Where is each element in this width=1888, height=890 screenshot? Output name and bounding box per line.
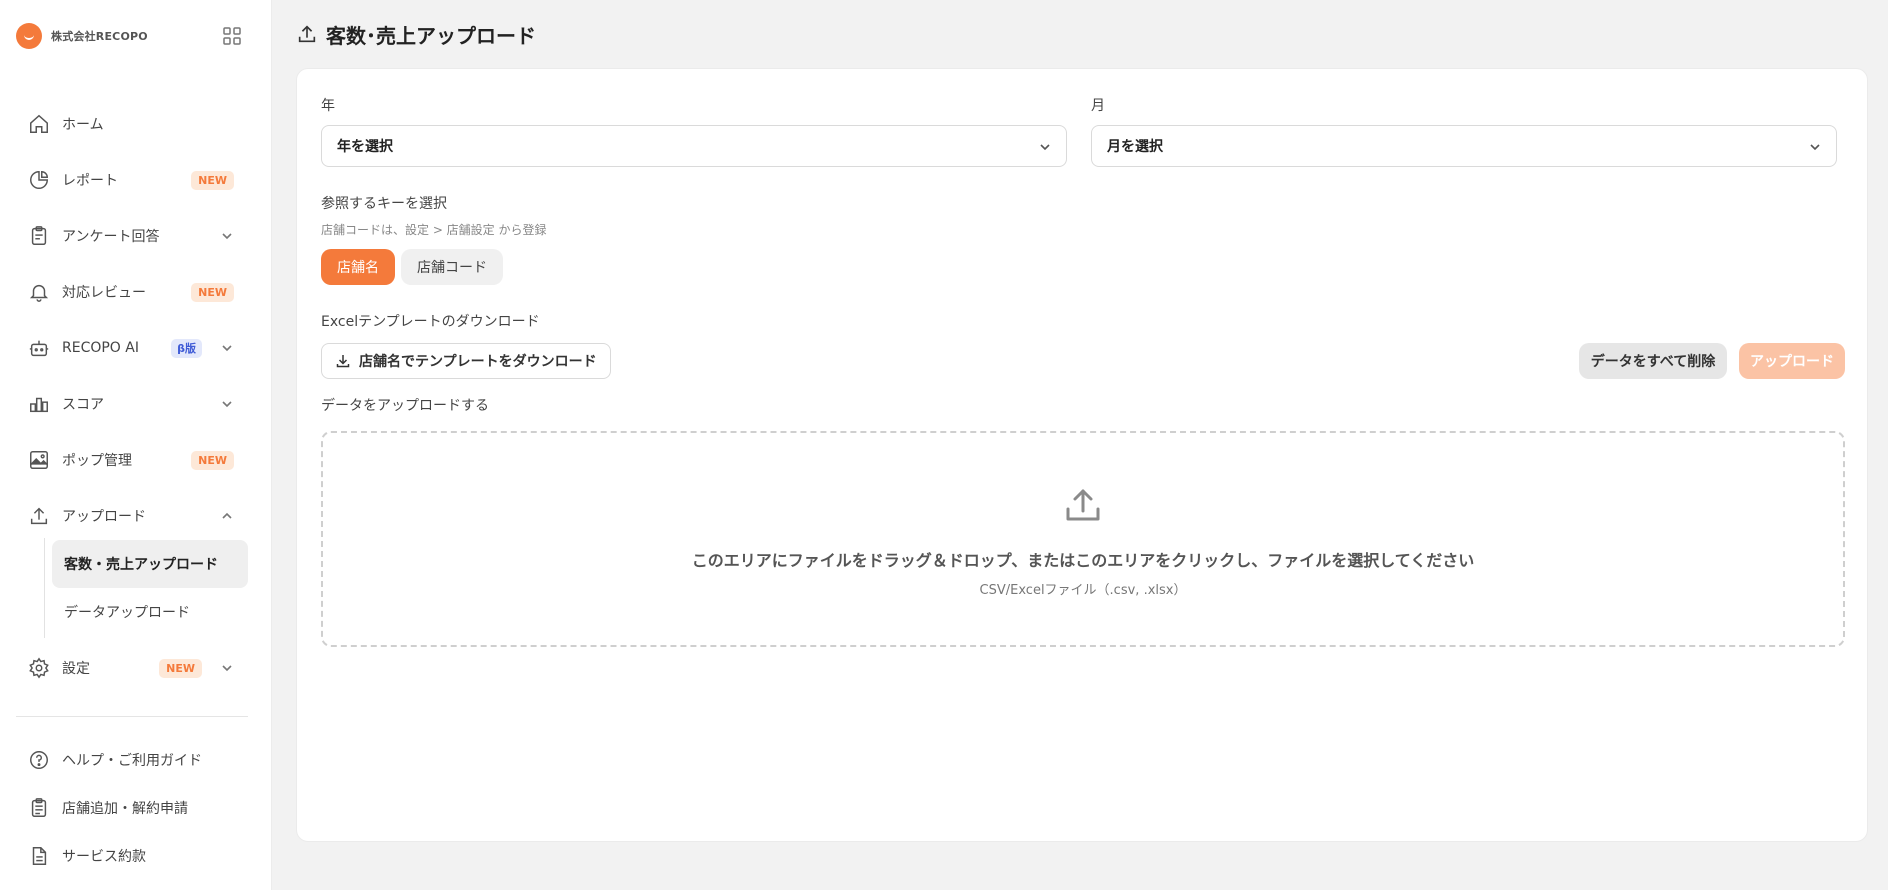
sidebar-item-survey[interactable]: アンケート回答	[16, 214, 248, 258]
sidebar-item-label: サービス約款	[62, 849, 146, 865]
chevron-down-icon	[1810, 144, 1820, 151]
month-label: 月	[1091, 98, 1105, 114]
sidebar-item-label: レポート	[62, 173, 118, 189]
sidebar-item-store-request[interactable]: 店舗追加・解約申請	[16, 786, 248, 830]
sidebar-item-pop[interactable]: ポップ管理 NEW	[16, 438, 248, 482]
delete-all-button[interactable]: データをすべて削除	[1579, 343, 1727, 379]
sidebar-subitem-data-upload[interactable]: データアップロード	[52, 588, 248, 636]
new-badge: NEW	[191, 283, 234, 302]
new-badge: NEW	[191, 171, 234, 190]
dropzone-file-types: CSV/Excelファイル（.csv, .xlsx）	[979, 583, 1187, 598]
submenu-guide-line	[44, 538, 45, 638]
upload-cloud-icon	[1066, 489, 1100, 521]
upload-icon	[28, 505, 50, 527]
new-badge: NEW	[159, 659, 202, 678]
sidebar-item-label: RECOPO AI	[62, 340, 139, 356]
month-select-value: 月を選択	[1107, 139, 1163, 155]
sidebar-item-label: アンケート回答	[62, 229, 160, 245]
bell-icon	[28, 281, 50, 303]
beta-badge: β版	[171, 339, 202, 358]
sidebar-item-settings[interactable]: 設定 NEW	[16, 646, 248, 690]
sidebar-item-help[interactable]: ヘルプ・ご利用ガイド	[16, 738, 248, 782]
gear-icon	[28, 657, 50, 679]
upload-button[interactable]: アップロード	[1739, 343, 1845, 379]
sidebar-divider	[16, 716, 248, 717]
recopo-logo-icon	[16, 23, 42, 49]
brand[interactable]: 株式会社RECOPO	[16, 22, 148, 50]
dropzone-label: データをアップロードする	[321, 398, 489, 414]
sidebar-item-label: 対応レビュー	[62, 285, 146, 301]
year-select[interactable]: 年を選択	[321, 125, 1067, 167]
sidebar-subitem-sales-upload[interactable]: 客数・売上アップロード	[52, 540, 248, 588]
page-title: 客数･売上アップロード	[326, 23, 536, 48]
sidebar-item-terms[interactable]: サービス約款	[16, 834, 248, 878]
sidebar-item-label: ヘルプ・ご利用ガイド	[62, 753, 202, 769]
upload-icon	[298, 25, 316, 43]
download-template-button[interactable]: 店舗名でテンプレートをダウンロード	[321, 343, 611, 379]
sidebar-item-review[interactable]: 対応レビュー NEW	[16, 270, 248, 314]
sidebar-item-label: アップロード	[62, 509, 146, 525]
chevron-up-icon	[222, 512, 232, 519]
year-select-value: 年を選択	[337, 139, 393, 155]
grid-toggle-icon[interactable]	[222, 26, 242, 46]
key-label: 参照するキーを選択	[321, 196, 447, 212]
download-icon	[336, 355, 350, 368]
year-label: 年	[321, 98, 335, 114]
sidebar: 株式会社RECOPO ホーム レポート NEW アンケート回答 対応レビュー N…	[0, 0, 272, 890]
sidebar-item-label: 設定	[62, 661, 90, 677]
sidebar-item-label: 店舗追加・解約申請	[62, 801, 188, 817]
help-icon	[28, 749, 50, 771]
sidebar-item-report[interactable]: レポート NEW	[16, 158, 248, 202]
sidebar-item-upload[interactable]: アップロード	[16, 494, 248, 538]
sidebar-item-recopo-ai[interactable]: RECOPO AI β版	[16, 326, 248, 370]
clipboard-list-icon	[28, 797, 50, 819]
sidebar-item-score[interactable]: スコア	[16, 382, 248, 426]
key-option-store-name[interactable]: 店舗名	[321, 249, 395, 285]
home-icon	[28, 113, 50, 135]
key-option-store-code[interactable]: 店舗コード	[401, 249, 503, 285]
file-dropzone[interactable]: このエリアにファイルをドラッグ＆ドロップ、またはこのエリアをクリックし、ファイル…	[321, 431, 1845, 647]
report-icon	[28, 169, 50, 191]
new-badge: NEW	[191, 451, 234, 470]
sidebar-item-label: ホーム	[62, 117, 104, 133]
month-select[interactable]: 月を選択	[1091, 125, 1837, 167]
robot-icon	[28, 337, 50, 359]
chevron-down-icon	[222, 401, 232, 408]
bar-chart-icon	[28, 393, 50, 415]
dropzone-instruction: このエリアにファイルをドラッグ＆ドロップ、またはこのエリアをクリックし、ファイル…	[691, 551, 1475, 570]
chevron-down-icon	[222, 665, 232, 672]
page-header: 客数･売上アップロード	[296, 18, 536, 50]
download-template-label: 店舗名でテンプレートをダウンロード	[359, 354, 597, 370]
chevron-down-icon	[222, 345, 232, 352]
image-icon	[28, 449, 50, 471]
document-icon	[28, 845, 50, 867]
chevron-down-icon	[222, 233, 232, 240]
sidebar-item-home[interactable]: ホーム	[16, 102, 248, 146]
upload-card: 年 年を選択 月 月を選択 参照するキーを選択 店舗コードは、設定 > 店舗設定…	[296, 68, 1868, 842]
key-hint: 店舗コードは、設定 > 店舗設定 から登録	[321, 223, 547, 237]
sidebar-item-label: ポップ管理	[62, 453, 132, 469]
company-name: 株式会社RECOPO	[51, 30, 148, 43]
template-label: Excelテンプレートのダウンロード	[321, 314, 540, 330]
clipboard-icon	[28, 225, 50, 247]
chevron-down-icon	[1040, 144, 1050, 151]
sidebar-item-label: スコア	[62, 397, 104, 413]
